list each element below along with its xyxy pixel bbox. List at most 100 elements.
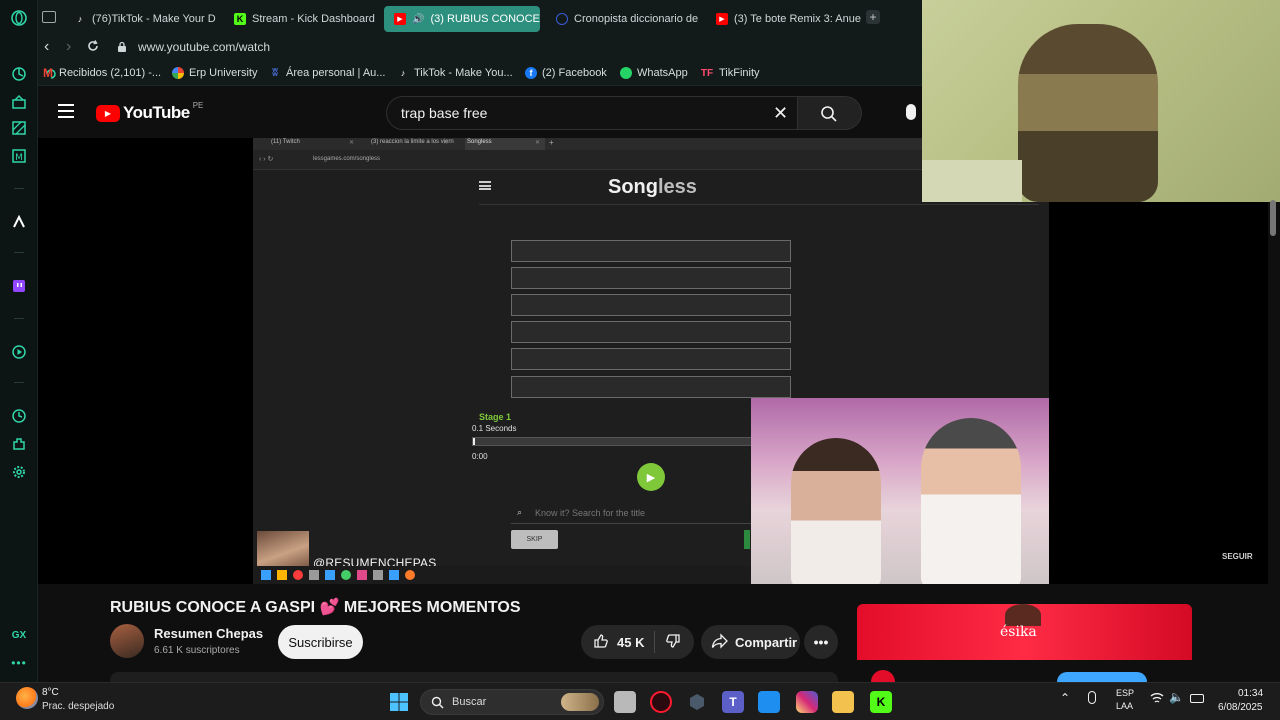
task-view-icon[interactable]	[614, 691, 636, 713]
more-actions-icon[interactable]: •••	[804, 625, 838, 659]
teams-icon[interactable]: T	[722, 691, 744, 713]
tab-tiktok[interactable]: ♪ (76)TikTok - Make Your D	[64, 6, 236, 32]
player-icon[interactable]	[9, 342, 29, 362]
inner-app-icon	[293, 570, 303, 580]
tab-label: (76)TikTok - Make Your D	[92, 13, 216, 25]
twitch-icon[interactable]	[9, 276, 29, 296]
weather-icon[interactable]	[16, 687, 38, 709]
tab-youtube-active[interactable]: ▶ 🔊 (3) RUBIUS CONOCE	[384, 6, 540, 32]
instagram-icon[interactable]	[796, 691, 818, 713]
gx-cleaner-icon[interactable]	[9, 118, 29, 138]
tikfinity-icon: TF	[700, 67, 714, 79]
language-top[interactable]: ESP	[1116, 688, 1134, 698]
bookmark-area-personal[interactable]: ʬ Área personal | Au...	[269, 67, 385, 79]
title-bold: Song	[608, 176, 658, 198]
messenger-m-icon[interactable]: M	[9, 146, 29, 166]
windows-start-icon[interactable]	[388, 691, 410, 713]
play-icon: ▶	[637, 463, 665, 491]
speaker-icon[interactable]: 🔊	[412, 14, 424, 25]
search-input[interactable]: trap base free ✕	[386, 96, 798, 130]
tab-cronopista[interactable]: Cronopista diccionario de	[546, 6, 706, 32]
store-icon[interactable]	[758, 691, 780, 713]
bookmark-erp[interactable]: Erp University	[172, 67, 257, 79]
windows-taskbar: 8°C Prac. despejado Buscar T K ⌃ ESP LAA…	[0, 682, 1280, 720]
video-frame[interactable]: (11) Twitch ✕ (3) reaccion la limite a l…	[253, 138, 1049, 584]
bookmark-tikfinity[interactable]: TF TikFinity	[700, 67, 760, 79]
extensions-icon[interactable]	[9, 434, 29, 454]
volume-icon[interactable]: 🔈	[1169, 690, 1184, 704]
wifi-icon[interactable]	[1150, 691, 1164, 710]
subscribe-button[interactable]: Suscribirse	[278, 625, 363, 659]
inner-app-icon	[373, 570, 383, 580]
bookmark-facebook[interactable]: f (2) Facebook	[525, 67, 607, 79]
file-explorer-icon[interactable]	[832, 691, 854, 713]
language-bottom[interactable]: LAA	[1116, 701, 1133, 711]
temperature[interactable]: 8°C	[42, 687, 59, 698]
share-arrow-icon	[711, 632, 729, 652]
inner-app-icon	[357, 570, 367, 580]
microphone-icon[interactable]	[1088, 691, 1096, 704]
obs-icon[interactable]	[686, 691, 708, 713]
stage-label: Stage 1	[479, 412, 512, 422]
back-arrow-icon[interactable]: ‹	[44, 38, 49, 56]
weather-status[interactable]: Prac. despejado	[42, 701, 114, 712]
workspaces-icon[interactable]	[42, 11, 56, 23]
opera-gx-taskbar-icon[interactable]	[650, 691, 672, 713]
more-options-icon[interactable]: •••	[0, 656, 38, 670]
reload-icon[interactable]	[86, 39, 100, 58]
address-bar: ‹ › www.youtube.com/watch	[38, 36, 922, 62]
ad-cta-button[interactable]	[1057, 672, 1147, 682]
guess-slot	[511, 321, 791, 343]
sidebar-separator	[14, 318, 24, 319]
erp-icon	[172, 67, 184, 79]
description-box[interactable]	[110, 672, 838, 682]
guess-slot	[511, 348, 791, 370]
search-button[interactable]	[798, 96, 862, 130]
gx-control-icon[interactable]	[9, 64, 29, 84]
clear-search-icon[interactable]: ✕	[773, 103, 788, 124]
inner-url: lessgames.com/songless	[313, 156, 381, 162]
guess-slot	[511, 376, 791, 398]
video-title: RUBIUS CONOCE A GASPI 💕 MEJORES MOMENTOS	[110, 599, 521, 616]
bookmark-gmail[interactable]: M Recibidos (2,101) -...	[42, 66, 161, 80]
settings-gear-icon[interactable]	[9, 462, 29, 482]
kick-icon: K	[234, 13, 246, 25]
history-icon[interactable]	[9, 406, 29, 426]
bookmark-whatsapp[interactable]: WhatsApp	[620, 67, 688, 79]
seguir-label[interactable]: SEGUIR	[1222, 552, 1253, 561]
tray-overflow-icon[interactable]: ⌃	[1060, 691, 1070, 705]
like-count[interactable]: 45 K	[617, 635, 644, 650]
opera-gx-logo-icon[interactable]	[9, 8, 29, 28]
youtube-logo[interactable]: ▶ YouTube PE	[96, 101, 203, 123]
tab-te-bote[interactable]: ▶ (3) Te bote Remix 3: Anue	[706, 6, 864, 32]
menu-hamburger-icon[interactable]	[58, 104, 74, 118]
lock-icon[interactable]	[116, 40, 128, 58]
gmail-icon: M	[43, 66, 53, 80]
arc-icon[interactable]	[9, 212, 29, 232]
forward-arrow-icon[interactable]: ›	[66, 38, 71, 56]
ad-banner[interactable]: ésika	[857, 604, 1192, 660]
thumbs-up-icon[interactable]	[593, 633, 609, 652]
battery-icon[interactable]	[1190, 694, 1204, 703]
url-field[interactable]: www.youtube.com/watch	[138, 40, 270, 54]
gx-corner-icon[interactable]	[9, 92, 29, 112]
page-scrollbar[interactable]	[1270, 200, 1276, 236]
voice-search-icon[interactable]	[906, 104, 916, 120]
new-tab-plus-icon[interactable]: +	[866, 10, 880, 24]
bookmark-tiktok[interactable]: ♪ TikTok - Make You...	[397, 67, 513, 79]
tab-label: (3) Te bote Remix 3: Anue	[734, 13, 861, 25]
share-button[interactable]: Compartir	[701, 625, 800, 659]
channel-avatar[interactable]	[110, 624, 144, 658]
kick-app-icon[interactable]: K	[870, 691, 892, 713]
tab-kick[interactable]: K Stream - Kick Dashboard	[224, 6, 384, 32]
channel-name[interactable]: Resumen Chepas	[154, 626, 263, 641]
clock-time[interactable]: 01:34	[1238, 688, 1263, 699]
gx-label[interactable]: GX	[0, 630, 38, 641]
taskbar-search-label: Buscar	[452, 696, 487, 708]
thumbs-down-icon[interactable]	[665, 633, 681, 652]
clock-date[interactable]: 6/08/2025	[1218, 702, 1263, 713]
ad-info-row	[857, 660, 1192, 682]
taskbar-search[interactable]: Buscar	[420, 689, 604, 715]
guess-slot	[511, 294, 791, 316]
youtube-icon: ▶	[716, 13, 728, 25]
